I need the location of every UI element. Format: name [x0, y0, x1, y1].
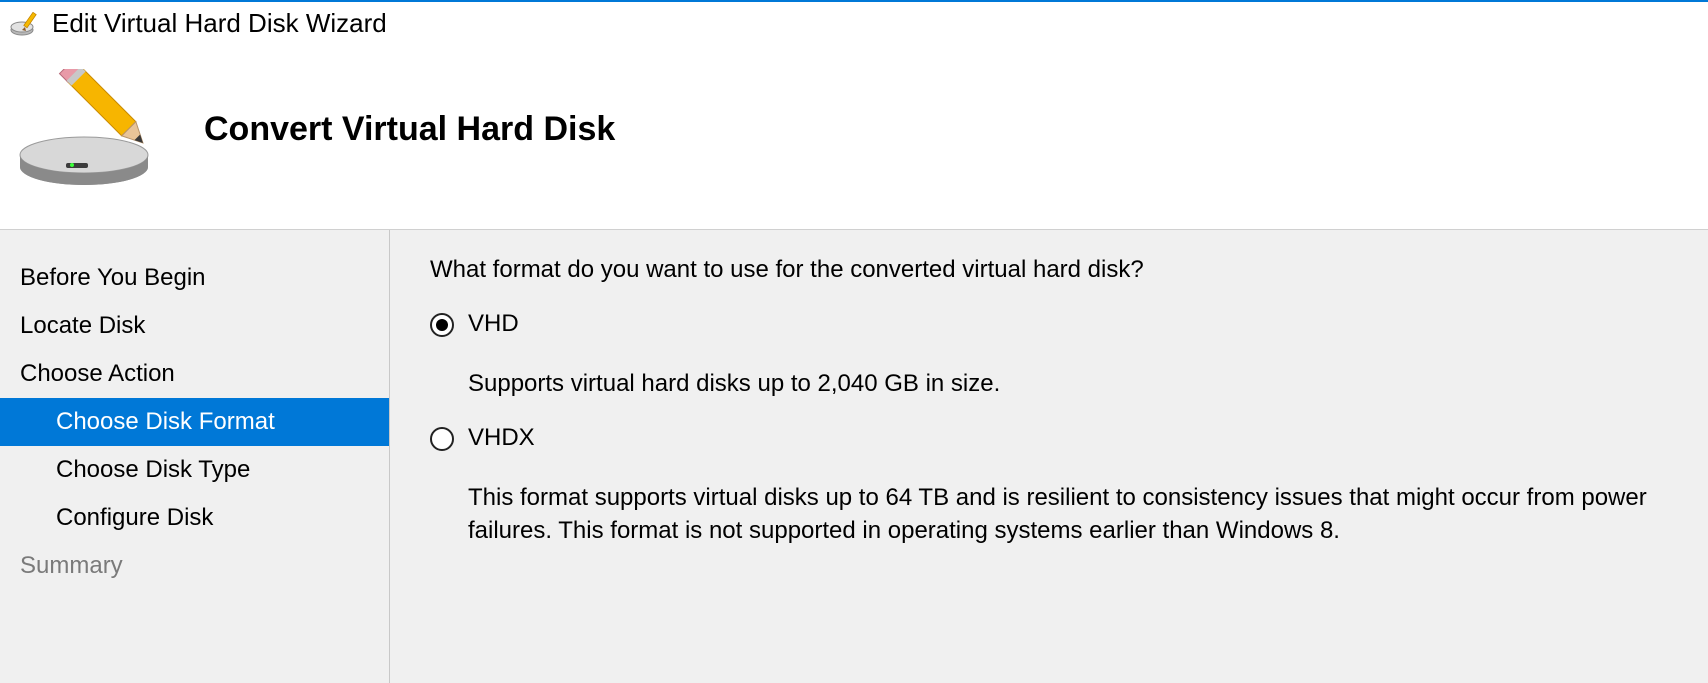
- radio-vhd[interactable]: [430, 313, 454, 337]
- wizard-step-label: Choose Action: [20, 360, 175, 387]
- format-option-vhd: VHD Supports virtual hard disks up to 2,0…: [430, 310, 1668, 400]
- wizard-step-label: Configure Disk: [56, 504, 213, 531]
- wizard-step-choose-action[interactable]: Choose Action: [0, 350, 389, 398]
- wizard-step-locate-disk[interactable]: Locate Disk: [0, 302, 389, 350]
- wizard-step-label: Choose Disk Format: [56, 408, 275, 435]
- wizard-step-configure-disk[interactable]: Configure Disk: [0, 494, 389, 542]
- wizard-header: Convert Virtual Hard Disk: [0, 49, 1708, 229]
- page-heading: Convert Virtual Hard Disk: [204, 110, 615, 149]
- format-option-vhdx: VHDX This format supports virtual disks u…: [430, 424, 1668, 547]
- option-label: VHDX: [468, 424, 1668, 452]
- title-bar: Edit Virtual Hard Disk Wizard: [0, 2, 1708, 49]
- wizard-step-label: Summary: [20, 552, 123, 579]
- wizard-steps-sidebar: Before You Begin Locate Disk Choose Action…: [0, 230, 390, 683]
- radio-vhdx[interactable]: [430, 427, 454, 451]
- disk-pencil-icon: [14, 69, 164, 189]
- wizard-step-summary: Summary: [0, 542, 389, 590]
- wizard-step-choose-disk-type[interactable]: Choose Disk Type: [0, 446, 389, 494]
- format-prompt: What format do you want to use for the c…: [430, 256, 1668, 284]
- wizard-body: Before You Begin Locate Disk Choose Action…: [0, 229, 1708, 683]
- option-label: VHD: [468, 310, 1668, 338]
- wizard-step-choose-disk-format[interactable]: Choose Disk Format: [0, 398, 389, 446]
- option-description: Supports virtual hard disks up to 2,040 …: [468, 368, 1658, 400]
- wizard-step-label: Choose Disk Type: [56, 456, 250, 483]
- app-disk-edit-icon: [10, 12, 42, 36]
- window-title: Edit Virtual Hard Disk Wizard: [52, 8, 387, 39]
- wizard-step-before-you-begin[interactable]: Before You Begin: [0, 254, 389, 302]
- option-description: This format supports virtual disks up to…: [468, 482, 1658, 547]
- wizard-main-panel: What format do you want to use for the c…: [390, 230, 1708, 683]
- wizard-step-label: Locate Disk: [20, 312, 145, 339]
- wizard-step-label: Before You Begin: [20, 264, 206, 291]
